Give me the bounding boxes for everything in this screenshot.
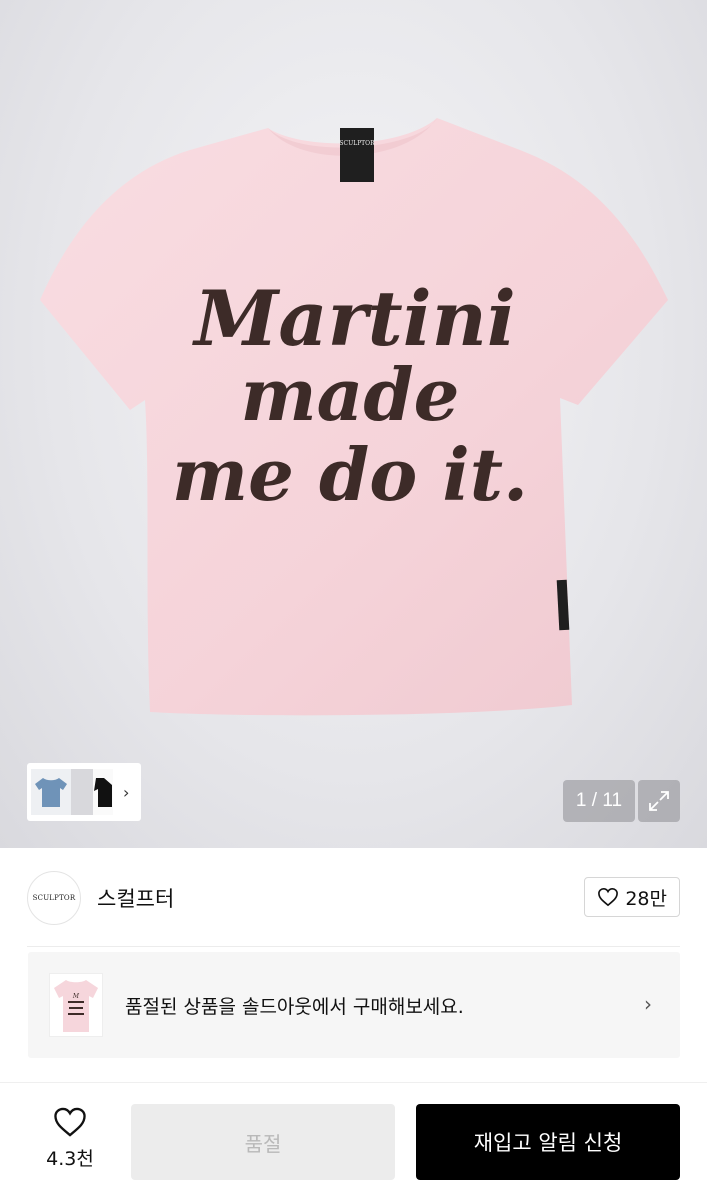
collar-label-tag [340,128,374,182]
svg-text:M: M [72,993,80,1000]
expand-button[interactable] [638,780,680,822]
banner-thumbnail: M [49,973,103,1037]
thumbnail-blue[interactable] [31,769,71,815]
wishlist-button[interactable]: 4.3천 [30,1106,110,1176]
heart-icon [54,1107,86,1137]
brand-like-count: 28만 [625,887,667,910]
chevron-right-icon[interactable]: › [123,783,129,802]
color-thumbnail-strip[interactable]: › [27,763,141,821]
print-line-3: me do it. [172,432,528,517]
brand-logo-text: SCULPTOR [32,894,76,902]
print-line-1: Martini [191,274,516,363]
brand-name[interactable]: 스컬프터 [97,883,174,913]
chevron-right-icon[interactable]: › [644,992,652,1016]
collar-label-text: SCULPTOR [339,140,375,147]
heart-icon [598,887,619,907]
divider [27,946,680,947]
product-photo: SCULPTOR Martini made me do it. [40,118,668,716]
restock-alert-button[interactable]: 재입고 알림 신청 [416,1104,680,1180]
expand-icon [649,791,669,811]
soldout-button: 품절 [131,1104,395,1180]
brand-row[interactable]: SCULPTOR 스컬프터 28만 [27,870,680,926]
image-counter: 1 / 11 [563,780,635,822]
brand-like-button[interactable]: 28만 [584,877,680,917]
thumbnail-white[interactable] [71,769,93,815]
soldout-banner-text: 품절된 상품을 솔드아웃에서 구매해보세요. [125,995,464,1018]
wishlist-count: 4.3천 [46,1148,94,1170]
print-line-2: made [241,352,460,437]
thumbnail-black[interactable] [93,769,113,815]
product-image-gallery[interactable]: SCULPTOR Martini made me do it. › 1 / 11 [0,0,707,848]
soldout-banner[interactable]: M 품절된 상품을 솔드아웃에서 구매해보세요. › [28,952,680,1058]
divider [0,1082,707,1083]
brand-logo[interactable]: SCULPTOR [27,871,81,925]
